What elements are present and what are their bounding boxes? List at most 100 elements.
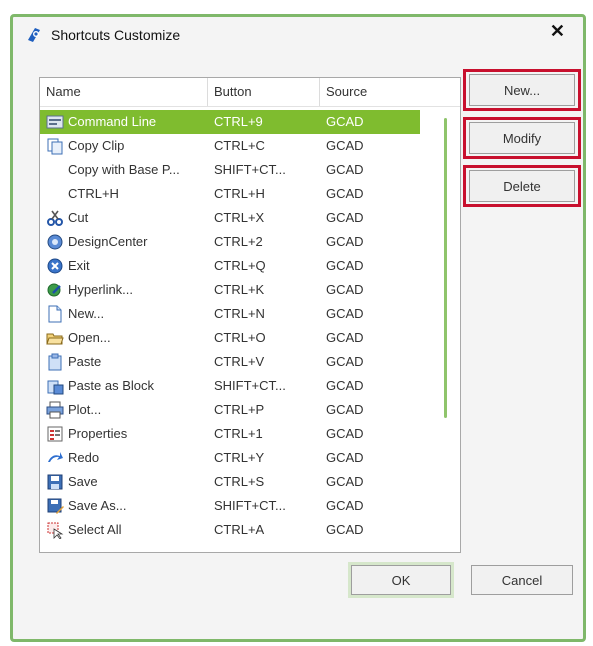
row-source: GCAD xyxy=(326,114,364,129)
row-name: Paste as Block xyxy=(68,378,154,393)
vertical-scrollbar[interactable] xyxy=(444,118,447,418)
table-row[interactable]: DesignCenter CTRL+2 GCAD xyxy=(40,230,420,254)
hyperlink-icon xyxy=(47,283,61,297)
cancel-button[interactable]: Cancel xyxy=(471,565,573,595)
row-source: GCAD xyxy=(326,186,364,201)
row-name: Select All xyxy=(68,522,122,537)
row-source: GCAD xyxy=(326,306,364,321)
new-button[interactable]: New... xyxy=(469,74,575,106)
row-source: GCAD xyxy=(326,426,364,441)
row-source: GCAD xyxy=(326,330,364,345)
table-row[interactable]: Redo CTRL+Y GCAD xyxy=(40,446,420,470)
row-name: Save As... xyxy=(68,498,127,513)
shortcuts-list[interactable]: Name Button Source Command Line CTRL+9 GCA… xyxy=(39,77,461,553)
row-name: Redo xyxy=(68,450,100,465)
row-button: CTRL+V xyxy=(214,354,265,369)
table-row[interactable]: Select All CTRL+A GCAD xyxy=(40,518,420,542)
table-row[interactable]: Copy Clip CTRL+C GCAD xyxy=(40,134,420,158)
row-source: GCAD xyxy=(326,282,364,297)
table-row[interactable]: Plot... CTRL+P GCAD xyxy=(40,398,420,422)
new-document-icon xyxy=(48,305,62,323)
row-button: CTRL+A xyxy=(214,522,265,537)
row-button: CTRL+Y xyxy=(214,450,265,465)
row-button: CTRL+N xyxy=(214,306,265,321)
row-name: Plot... xyxy=(68,402,102,417)
row-button: SHIFT+CT... xyxy=(214,378,286,393)
row-button: CTRL+X xyxy=(214,210,265,225)
table-row[interactable]: Command Line CTRL+9 GCAD xyxy=(40,110,420,134)
row-name: Open... xyxy=(68,330,111,345)
row-name: Copy Clip xyxy=(68,138,125,153)
table-row[interactable]: Copy with Base P... SHIFT+CT... GCAD xyxy=(40,158,420,182)
row-name: New... xyxy=(68,306,105,321)
paste-icon xyxy=(48,353,62,371)
copy-icon xyxy=(47,138,63,155)
row-button: CTRL+Q xyxy=(214,258,266,273)
row-button: CTRL+1 xyxy=(214,426,263,441)
design-center-icon xyxy=(47,234,63,250)
row-name: DesignCenter xyxy=(68,234,148,249)
row-source: GCAD xyxy=(326,210,364,225)
table-row[interactable]: New... CTRL+N GCAD xyxy=(40,302,420,326)
row-name: Properties xyxy=(68,426,128,441)
table-row[interactable]: Open... CTRL+O GCAD xyxy=(40,326,420,350)
table-row[interactable]: Save CTRL+S GCAD xyxy=(40,470,420,494)
scissors-icon xyxy=(47,210,63,226)
window-title: Shortcuts Customize xyxy=(51,27,181,43)
row-name: Cut xyxy=(68,210,89,225)
row-name: Save xyxy=(68,474,98,489)
modify-button[interactable]: Modify xyxy=(469,122,575,154)
row-name: Copy with Base P... xyxy=(68,162,180,177)
select-all-icon xyxy=(47,522,64,539)
row-source: GCAD xyxy=(326,474,364,489)
row-button: CTRL+C xyxy=(214,138,265,153)
save-as-icon xyxy=(47,498,64,514)
row-source: GCAD xyxy=(326,378,364,393)
row-button: CTRL+K xyxy=(214,282,265,297)
column-header-name[interactable]: Name xyxy=(40,78,208,106)
table-row[interactable]: Hyperlink... CTRL+K GCAD xyxy=(40,278,420,302)
row-button: CTRL+O xyxy=(214,330,266,345)
row-source: GCAD xyxy=(326,498,364,513)
column-header-button[interactable]: Button xyxy=(208,78,320,106)
row-button: SHIFT+CT... xyxy=(214,162,286,177)
exit-icon xyxy=(47,258,63,274)
table-row[interactable]: CTRL+H CTRL+H GCAD xyxy=(40,182,420,206)
list-header: Name Button Source xyxy=(40,78,460,107)
printer-icon xyxy=(46,401,64,419)
save-icon xyxy=(47,474,63,490)
table-row[interactable]: Properties CTRL+1 GCAD xyxy=(40,422,420,446)
row-source: GCAD xyxy=(326,354,364,369)
row-source: GCAD xyxy=(326,138,364,153)
row-source: GCAD xyxy=(326,258,364,273)
row-source: GCAD xyxy=(326,162,364,177)
row-button: SHIFT+CT... xyxy=(214,498,286,513)
row-button: CTRL+S xyxy=(214,474,265,489)
row-name: Paste xyxy=(68,354,102,369)
table-row[interactable]: Paste as Block SHIFT+CT... GCAD xyxy=(40,374,420,398)
open-folder-icon xyxy=(46,333,64,345)
table-row[interactable]: Exit CTRL+Q GCAD xyxy=(40,254,420,278)
row-button: CTRL+P xyxy=(214,402,265,417)
row-source: GCAD xyxy=(326,234,364,249)
row-source: GCAD xyxy=(326,450,364,465)
table-row[interactable]: Cut CTRL+X GCAD xyxy=(40,206,420,230)
command-line-icon xyxy=(46,115,64,129)
close-icon[interactable] xyxy=(550,21,565,42)
row-name: Command Line xyxy=(68,114,157,129)
row-button: CTRL+9 xyxy=(214,114,263,129)
delete-button[interactable]: Delete xyxy=(469,170,575,202)
row-button: CTRL+2 xyxy=(214,234,263,249)
row-name: Hyperlink... xyxy=(68,282,134,297)
properties-icon xyxy=(47,426,63,442)
column-header-source[interactable]: Source xyxy=(320,78,414,106)
paste-block-icon xyxy=(47,380,64,395)
row-name: CTRL+H xyxy=(68,186,119,201)
shortcuts-customize-dialog: Shortcuts Customize Name Button Source C… xyxy=(10,14,586,642)
title-bar: Shortcuts Customize xyxy=(13,17,583,53)
table-row[interactable]: Paste CTRL+V GCAD xyxy=(40,350,420,374)
table-row[interactable]: Save As... SHIFT+CT... GCAD xyxy=(40,494,420,518)
ok-button[interactable]: OK xyxy=(348,562,454,598)
list-rows: Command Line CTRL+9 GCAD Copy Clip CTRL+C GCA… xyxy=(40,110,420,542)
row-name: Exit xyxy=(68,258,90,273)
